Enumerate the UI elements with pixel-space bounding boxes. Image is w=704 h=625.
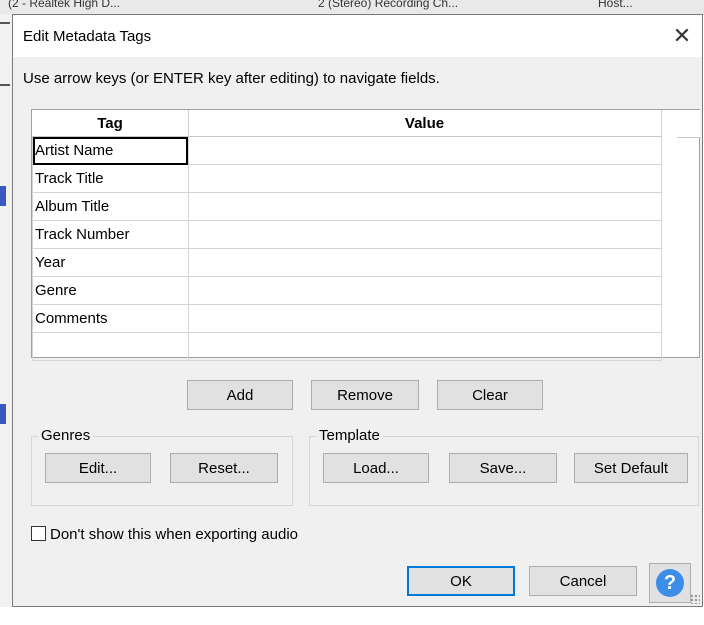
clear-button[interactable]: Clear <box>437 380 543 410</box>
template-group: Template Load... Save... Set Default <box>309 427 699 506</box>
value-cell[interactable] <box>187 332 662 361</box>
background-tab: 2 (Stereo) Recording Ch... <box>318 0 459 10</box>
tag-cell[interactable]: Genre <box>32 276 189 305</box>
dialog-title: Edit Metadata Tags <box>23 28 152 45</box>
dont-show-checkbox[interactable] <box>31 526 46 541</box>
table-row: Year <box>32 248 662 277</box>
title-bar: Edit Metadata Tags ✕ <box>13 15 702 57</box>
dont-show-label: Don't show this when exporting audio <box>50 526 299 543</box>
dont-show-option[interactable]: Don't show this when exporting audio <box>31 526 298 543</box>
value-cell[interactable] <box>187 220 662 249</box>
reset-genres-button[interactable]: Reset... <box>170 453 278 483</box>
value-cell[interactable] <box>187 164 662 193</box>
column-header-tag[interactable]: Tag <box>32 110 189 137</box>
value-cell[interactable] <box>187 192 662 221</box>
table-row: Comments <box>32 304 662 333</box>
tag-cell[interactable]: Track Number <box>32 220 189 249</box>
genres-label: Genres <box>38 427 94 444</box>
remove-button[interactable]: Remove <box>311 380 419 410</box>
save-template-button[interactable]: Save... <box>449 453 557 483</box>
outer-background <box>0 607 704 625</box>
add-button[interactable]: Add <box>187 380 293 410</box>
tag-cell[interactable] <box>32 332 189 361</box>
table-row: Genre <box>32 276 662 305</box>
table-row: Track Number <box>32 220 662 249</box>
table-row: Artist Name <box>32 136 662 165</box>
table-row: Album Title <box>32 192 662 221</box>
tag-cell[interactable]: Artist Name <box>32 136 189 165</box>
background-app-tabs: (2 - Realtek High D... 2 (Stereo) Record… <box>0 0 704 15</box>
value-cell[interactable] <box>187 248 662 277</box>
value-cell[interactable] <box>187 136 662 165</box>
background-tab: Host... <box>598 0 633 10</box>
tag-cell[interactable]: Album Title <box>32 192 189 221</box>
resize-grip-icon[interactable] <box>690 594 700 604</box>
value-cell[interactable] <box>187 276 662 305</box>
ok-button[interactable]: OK <box>407 566 515 596</box>
metadata-table: Tag Value Artist Name Track Title Album … <box>32 110 662 361</box>
help-button[interactable]: ? <box>649 563 691 603</box>
help-icon: ? <box>656 569 684 597</box>
template-label: Template <box>316 427 383 444</box>
genres-group: Genres Edit... Reset... <box>31 427 293 506</box>
instructions-text: Use arrow keys (or ENTER key after editi… <box>23 70 440 87</box>
cancel-button[interactable]: Cancel <box>529 566 637 596</box>
tag-cell[interactable]: Track Title <box>32 164 189 193</box>
background-tab: (2 - Realtek High D... <box>8 0 121 10</box>
tag-cell[interactable]: Year <box>32 248 189 277</box>
background-app-edge <box>0 14 12 625</box>
tag-cell[interactable]: Comments <box>32 304 189 333</box>
load-template-button[interactable]: Load... <box>323 453 429 483</box>
edit-metadata-dialog: Edit Metadata Tags ✕ Use arrow keys (or … <box>12 14 703 607</box>
edit-genres-button[interactable]: Edit... <box>45 453 151 483</box>
value-cell[interactable] <box>187 304 662 333</box>
column-header-value[interactable]: Value <box>188 110 662 137</box>
grid-header-filler <box>677 110 700 138</box>
set-default-template-button[interactable]: Set Default <box>574 453 688 483</box>
metadata-grid: Tag Value Artist Name Track Title Album … <box>31 109 700 361</box>
close-icon[interactable]: ✕ <box>666 21 698 53</box>
table-row <box>32 332 662 361</box>
table-row: Track Title <box>32 164 662 193</box>
